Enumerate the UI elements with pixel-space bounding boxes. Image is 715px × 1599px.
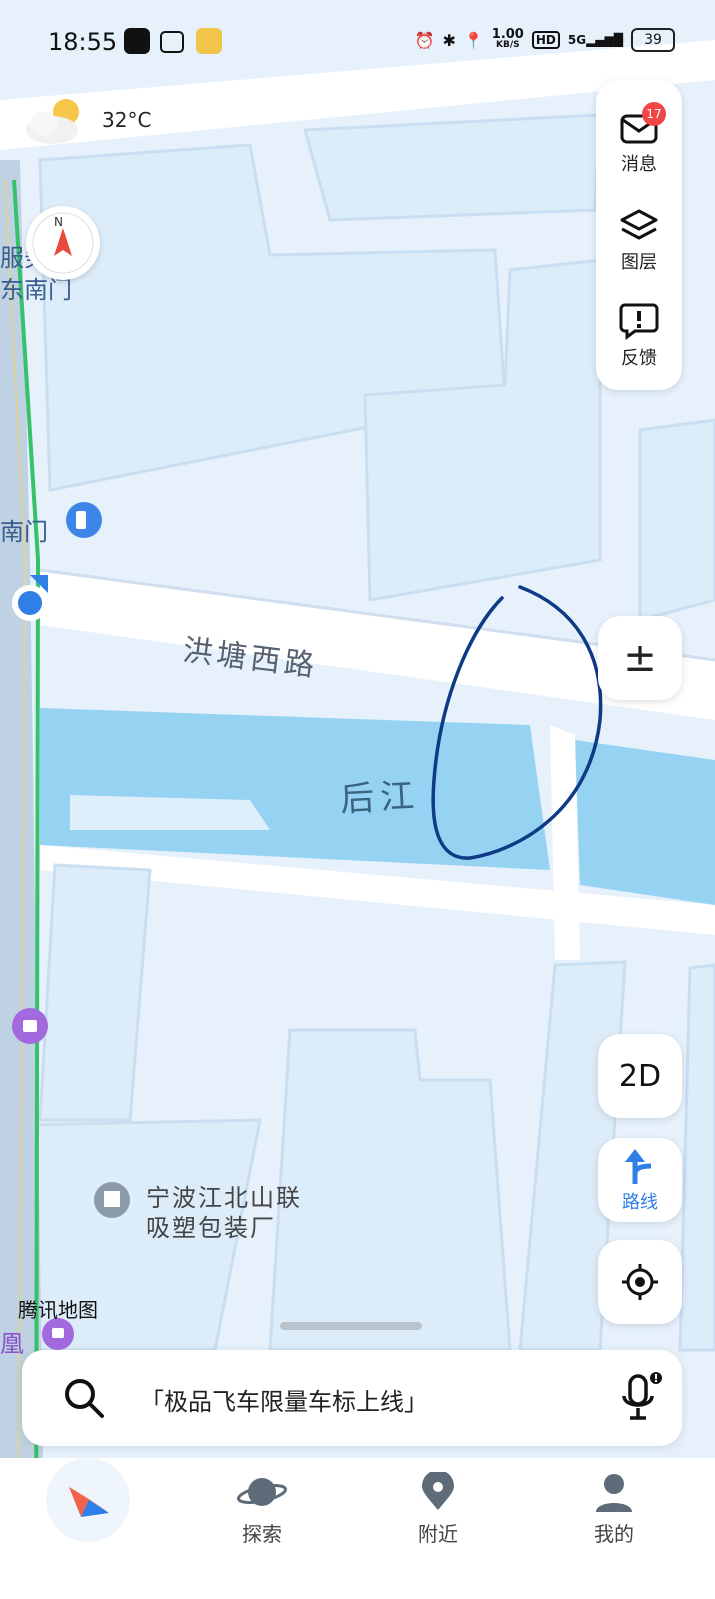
compass-icon: N	[32, 212, 94, 274]
view-mode-label: 2D	[618, 1058, 662, 1094]
partly-cloudy-icon	[26, 99, 79, 144]
net-speed-value: 1.00	[491, 27, 524, 42]
tab-nearby-label: 附近	[418, 1522, 458, 1546]
view-mode-button[interactable]: 2D	[598, 1034, 682, 1118]
layers-icon	[620, 209, 658, 240]
tab-explore[interactable]: 探索	[212, 1472, 312, 1547]
tab-explore-label: 探索	[242, 1522, 282, 1546]
search-icon	[65, 1379, 104, 1418]
tab-mine-label: 我的	[594, 1522, 634, 1546]
battery-icon: 39	[631, 28, 675, 52]
compass-button[interactable]: N	[26, 206, 100, 280]
feedback-label: 反馈	[621, 348, 657, 369]
tab-nearby[interactable]: 附近	[388, 1472, 488, 1547]
user-icon	[596, 1474, 632, 1512]
river-label: 后江	[339, 775, 422, 821]
bluetooth-icon: ✱	[442, 30, 456, 50]
pin-icon	[422, 1472, 454, 1510]
crosshair-icon	[622, 1264, 658, 1300]
feedback-icon	[619, 303, 659, 340]
hd-badge: HD	[531, 31, 560, 49]
messages-button[interactable]: 消息	[596, 112, 682, 176]
zoom-icon: ±	[623, 635, 657, 681]
status-bar: 18:55 ⏰ ✱ 📍 1.00 KB/S HD 5G▂▄▆█ 39	[0, 0, 715, 84]
zoom-button[interactable]: ±	[598, 616, 682, 700]
bilibili-icon	[160, 31, 184, 53]
route-button[interactable]: 路线	[598, 1138, 682, 1222]
layers-label: 图层	[621, 252, 657, 273]
notes-app-icon	[196, 28, 222, 54]
svg-text:N: N	[54, 215, 63, 229]
drag-handle[interactable]	[280, 1322, 422, 1330]
bottom-tab-bar: 探索 附近 我的	[0, 1458, 715, 1599]
network-type: 5G	[567, 33, 587, 47]
home-logo-icon	[69, 1487, 109, 1517]
tab-mine[interactable]: 我的	[564, 1472, 664, 1547]
layers-button[interactable]: 图层	[596, 208, 682, 274]
weather-widget[interactable]: 32°C	[24, 92, 151, 148]
net-speed: 1.00 KB/S	[491, 27, 524, 51]
route-label: 路线	[622, 1192, 658, 1213]
tiktok-icon	[124, 28, 150, 54]
route-icon	[625, 1149, 652, 1184]
locate-me-button[interactable]	[598, 1240, 682, 1324]
tab-home[interactable]	[46, 1458, 130, 1542]
search-placeholder: 「极品飞车限量车标上线」	[140, 1388, 428, 1416]
poi-label-edge: 凰	[0, 1330, 24, 1358]
planet-icon	[237, 1478, 287, 1506]
feedback-button[interactable]: 反馈	[596, 302, 682, 370]
map-tools-panel: 消息 17 图层 反馈	[596, 80, 682, 390]
messages-badge: 17	[642, 102, 666, 126]
alarm-icon: ⏰	[414, 30, 435, 50]
search-bar[interactable]: 「极品飞车限量车标上线」	[22, 1350, 682, 1446]
signal-icon: 5G▂▄▆█	[567, 33, 623, 47]
microphone-icon[interactable]	[618, 1372, 662, 1422]
battery-level: 39	[644, 32, 662, 48]
tencent-map-logo: 腾讯地图	[18, 1298, 98, 1322]
location-icon: 📍	[463, 30, 484, 50]
temperature: 32°C	[102, 108, 152, 132]
status-time: 18:55	[48, 28, 118, 56]
poi-label-south-gate: 南门	[0, 518, 48, 546]
messages-label: 消息	[621, 154, 657, 175]
factory-label-2: 吸塑包装厂	[146, 1214, 276, 1242]
net-speed-unit: KB/S	[496, 40, 520, 50]
